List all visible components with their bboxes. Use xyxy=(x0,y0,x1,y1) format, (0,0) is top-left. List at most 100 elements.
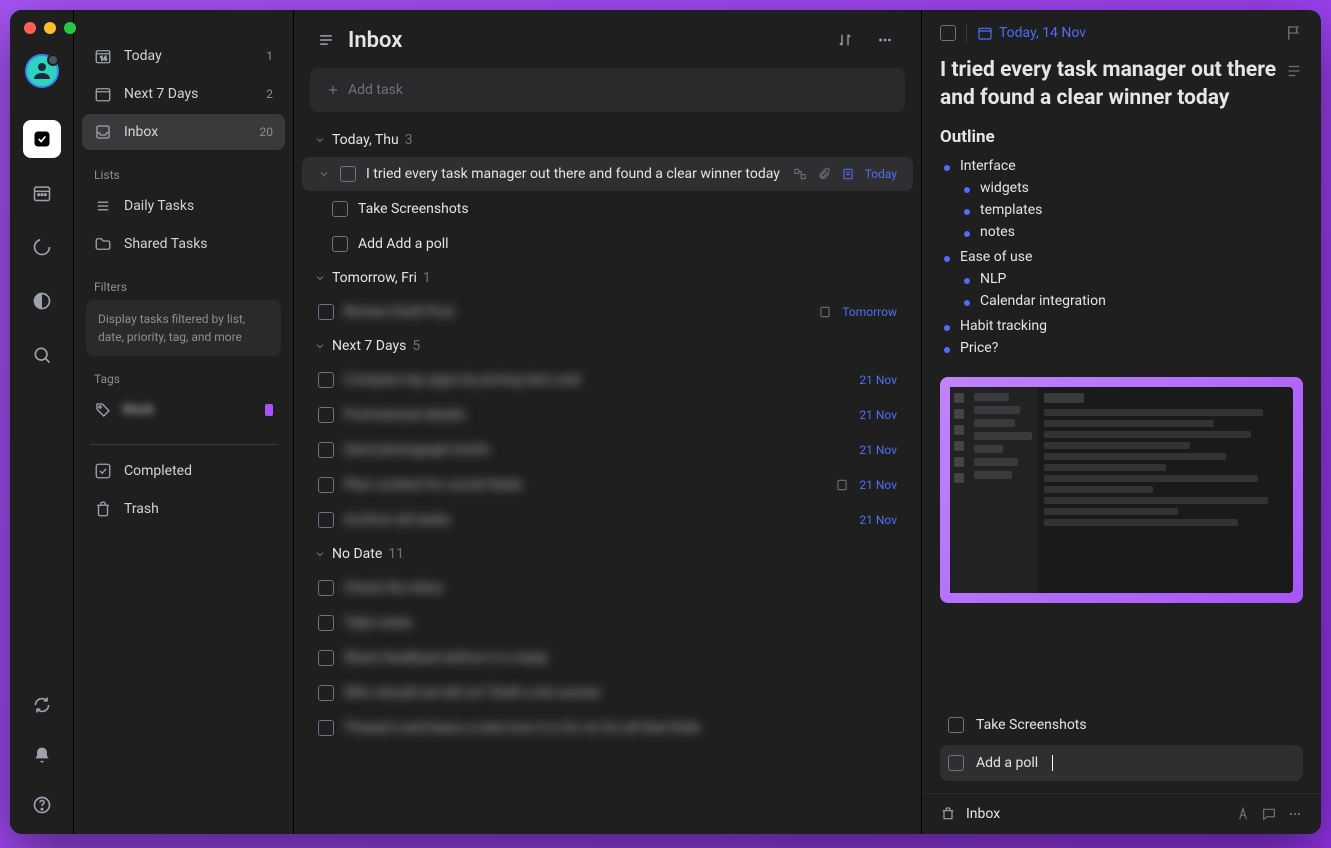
sidebar-item-completed[interactable]: Completed xyxy=(82,453,285,489)
rail-habit-icon[interactable] xyxy=(23,282,61,320)
task-row[interactable]: Who should we tell on? Draft a list soon… xyxy=(302,676,913,710)
checkbox[interactable] xyxy=(318,685,334,701)
close-window-icon[interactable] xyxy=(24,22,36,34)
checkbox[interactable] xyxy=(318,372,334,388)
rail-help-icon[interactable] xyxy=(23,786,61,824)
rail-pomodoro-icon[interactable] xyxy=(23,228,61,266)
task-row[interactable]: I tried every task manager out there and… xyxy=(302,157,913,191)
outline-item[interactable]: Habit tracking xyxy=(940,315,1303,337)
sort-button[interactable] xyxy=(831,26,859,54)
checkbox[interactable] xyxy=(332,236,348,252)
checkbox[interactable] xyxy=(318,407,334,423)
note-icon xyxy=(841,167,855,181)
checkbox[interactable] xyxy=(318,512,334,528)
sidebar-item-today[interactable]: 14 Today 1 xyxy=(82,38,285,74)
detail-date-picker[interactable]: Today, 14 Nov xyxy=(977,25,1086,41)
sidebar-item-daily-tasks[interactable]: Daily Tasks xyxy=(82,188,285,224)
maximize-window-icon[interactable] xyxy=(64,22,76,34)
checkbox[interactable] xyxy=(318,615,334,631)
more-button[interactable] xyxy=(871,26,899,54)
checkbox[interactable] xyxy=(318,580,334,596)
add-task-input[interactable]: Add task xyxy=(310,68,905,112)
task-row[interactable]: Take notes xyxy=(302,606,913,640)
task-row[interactable]: Promotional details21 Nov xyxy=(302,398,913,432)
more-icon[interactable] xyxy=(1287,806,1303,822)
detail-checkbox[interactable] xyxy=(940,25,956,41)
task-title: Take Screenshots xyxy=(358,201,897,217)
subtask-title: Take Screenshots xyxy=(976,717,1087,733)
checkbox[interactable] xyxy=(318,442,334,458)
checkbox[interactable] xyxy=(318,720,334,736)
group-nodate[interactable]: No Date 11 xyxy=(302,538,913,570)
sidebar-item-count: 1 xyxy=(266,49,273,63)
rail-notifications-icon[interactable] xyxy=(23,736,61,774)
group-next7[interactable]: Next 7 Days 5 xyxy=(302,330,913,362)
outline-subitem[interactable]: Calendar integration xyxy=(960,290,1303,312)
rail-tasks-icon[interactable] xyxy=(23,120,61,158)
rail-sync-icon[interactable] xyxy=(23,686,61,724)
outline-subitem[interactable]: widgets xyxy=(960,177,1303,199)
outline-item[interactable]: Ease of useNLPCalendar integration xyxy=(940,246,1303,315)
task-title: Who should we tell on? Draft a list soon… xyxy=(344,685,897,701)
group-tomorrow[interactable]: Tomorrow, Fri 1 xyxy=(302,262,913,294)
rail-search-icon[interactable] xyxy=(23,336,61,374)
sidebar-tag-item[interactable]: Work xyxy=(82,392,285,428)
task-row[interactable]: Check the inbox xyxy=(302,571,913,605)
attachment-thumbnail[interactable] xyxy=(940,377,1303,603)
tag-color-icon xyxy=(265,404,273,416)
outline-subitem[interactable]: notes xyxy=(960,221,1303,243)
checkbox[interactable] xyxy=(948,755,964,771)
task-row[interactable]: Take Screenshots xyxy=(302,192,913,226)
checkbox[interactable] xyxy=(332,201,348,217)
detail-title[interactable]: I tried every task manager out there and… xyxy=(940,56,1277,113)
task-row[interactable]: Thread it and leave a note how it is for… xyxy=(302,711,913,745)
checkbox[interactable] xyxy=(340,166,356,182)
sidebar-item-inbox[interactable]: Inbox 20 xyxy=(82,114,285,150)
checkbox[interactable] xyxy=(318,477,334,493)
task-row[interactable]: Add Add a poll xyxy=(302,227,913,261)
status-dot-icon xyxy=(47,54,59,66)
move-list-icon[interactable] xyxy=(940,806,956,822)
subtask-title: Add a poll xyxy=(976,755,1038,771)
task-title: Share feedback before it is ready xyxy=(344,650,897,666)
task-row[interactable]: Share feedback before it is ready xyxy=(302,641,913,675)
text-format-icon[interactable] xyxy=(1235,806,1251,822)
sidebar-item-next7[interactable]: Next 7 Days 2 xyxy=(82,76,285,112)
task-title: Check the inbox xyxy=(344,580,897,596)
detail-subtask[interactable]: Take Screenshots xyxy=(940,707,1303,743)
task-row[interactable]: Archive old tasks21 Nov xyxy=(302,503,913,537)
outline-toggle-icon[interactable] xyxy=(1285,62,1303,80)
sidebar-filters-tip[interactable]: Display tasks filtered by list, date, pr… xyxy=(86,300,281,356)
subtasks-icon xyxy=(793,167,807,181)
task-title: Add Add a poll xyxy=(358,236,897,252)
list-view-icon[interactable] xyxy=(316,30,336,50)
task-row[interactable]: Review Draft Post Tomorrow xyxy=(302,295,913,329)
outline-subitem[interactable]: templates xyxy=(960,199,1303,221)
sidebar-item-shared-tasks[interactable]: Shared Tasks xyxy=(82,226,285,262)
outline-item[interactable]: Interfacewidgetstemplatesnotes xyxy=(940,155,1303,246)
sidebar-section-filters: Filters xyxy=(82,264,285,300)
flag-icon[interactable] xyxy=(1285,24,1303,42)
outline-list[interactable]: InterfacewidgetstemplatesnotesEase of us… xyxy=(940,155,1303,359)
checkbox[interactable] xyxy=(318,650,334,666)
checkbox[interactable] xyxy=(948,717,964,733)
window-traffic-lights[interactable] xyxy=(24,22,76,34)
group-today[interactable]: Today, Thu 3 xyxy=(302,124,913,156)
checkbox[interactable] xyxy=(318,304,334,320)
outline-item[interactable]: Price? xyxy=(940,337,1303,359)
rail-calendar-icon[interactable] xyxy=(23,174,61,212)
chevron-down-icon[interactable] xyxy=(318,168,330,180)
sidebar-item-count: 20 xyxy=(260,125,274,139)
task-row[interactable]: Send photograph briefs21 Nov xyxy=(302,433,913,467)
avatar[interactable] xyxy=(25,54,59,88)
minimize-window-icon[interactable] xyxy=(44,22,56,34)
sidebar-item-label: Trash xyxy=(124,501,159,517)
task-row[interactable]: Plan content for social feeds21 Nov xyxy=(302,468,913,502)
outline-subitem[interactable]: NLP xyxy=(960,268,1303,290)
sidebar-item-trash[interactable]: Trash xyxy=(82,491,285,527)
group-label: Next 7 Days xyxy=(332,338,406,354)
task-row[interactable]: Compare top apps by pricing tiers and21 … xyxy=(302,363,913,397)
detail-subtask[interactable]: Add a poll xyxy=(940,745,1303,781)
detail-location[interactable]: Inbox xyxy=(966,806,1000,822)
comment-icon[interactable] xyxy=(1261,806,1277,822)
